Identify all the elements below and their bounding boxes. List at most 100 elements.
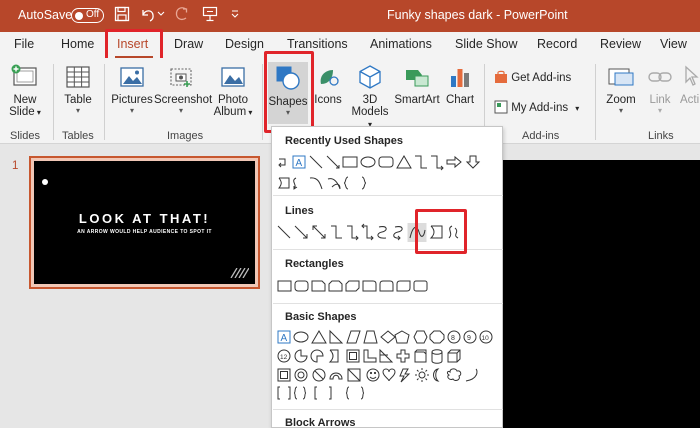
ribbon-separator — [53, 64, 54, 140]
my-addins-label: My Add-ins — [511, 102, 569, 114]
svg-text:8: 8 — [451, 335, 455, 342]
basic-shapes-grid[interactable]: A 8 9 10 12 — [276, 329, 500, 401]
autosave-toggle[interactable]: Off — [71, 8, 104, 23]
svg-text:9: 9 — [467, 335, 471, 342]
tab-review[interactable]: Review — [600, 37, 641, 51]
get-addins-label: Get Add-ins — [511, 72, 572, 84]
tab-design[interactable]: Design — [225, 37, 264, 51]
tab-home[interactable]: Home — [61, 37, 94, 51]
curve-shape-highlight — [415, 209, 467, 254]
zoom-button[interactable]: Zoom ▾ — [603, 64, 639, 115]
icons-icon — [320, 70, 339, 86]
slide-subtitle: AN ARROW WOULD HELP AUDIENCE TO SPOT IT — [77, 229, 212, 235]
table-button[interactable]: Table ▾ — [58, 64, 98, 115]
chart-label: Chart — [445, 94, 475, 106]
tab-slide-show[interactable]: Slide Show — [455, 37, 518, 51]
slide-thumbnail-canvas: LOOK AT THAT! AN ARROW WOULD HELP AUDIEN… — [34, 161, 255, 284]
pictures-button[interactable]: Pictures ▾ — [110, 64, 154, 115]
stripes-decoration — [230, 268, 249, 278]
screenshot-label: Screenshot — [154, 94, 213, 106]
my-addins-button[interactable]: My Add-ins ▾ — [494, 100, 579, 114]
photo-album-icon — [221, 67, 245, 87]
link-button[interactable]: Link ▾ — [644, 64, 676, 115]
tab-transitions[interactable]: Transitions — [287, 37, 348, 51]
cube-icon — [359, 65, 381, 89]
screenshot-button[interactable]: Screenshot ▾ — [154, 64, 213, 115]
slide-dot — [42, 179, 48, 185]
store-icon — [495, 70, 507, 83]
slide-canvas[interactable] — [488, 160, 700, 428]
slide-title: LOOK AT THAT! — [78, 211, 211, 226]
screenshot-icon — [170, 68, 192, 87]
tab-draw[interactable]: Draw — [174, 37, 203, 51]
group-label-tables: Tables — [62, 130, 94, 142]
undo-icon[interactable] — [140, 5, 156, 23]
action-button[interactable]: Acti — [680, 64, 700, 106]
section-divider — [273, 249, 503, 250]
photo-album-label-2: Album — [213, 106, 247, 118]
autosave-state: Off — [86, 9, 100, 20]
section-recently-used: Recently Used Shapes — [285, 135, 403, 147]
group-label-slides: Slides — [10, 130, 40, 142]
table-icon — [66, 66, 90, 88]
shapes-button-highlight — [264, 51, 314, 133]
new-slide-button[interactable]: New Slide ▾ — [6, 64, 44, 118]
title-bar: AutoSave Off Funky shapes dark - PowerPo… — [0, 0, 700, 32]
document-title: Funky shapes dark - PowerPoint — [387, 8, 568, 22]
pictures-icon — [120, 67, 144, 87]
section-block-arrows: Block Arrows — [285, 417, 356, 428]
photo-album-label-1: Photo — [217, 94, 249, 106]
tab-file[interactable]: File — [14, 37, 34, 51]
section-basic-shapes: Basic Shapes — [285, 311, 357, 323]
section-lines: Lines — [285, 205, 314, 217]
action-icon — [685, 65, 699, 86]
zoom-icon — [608, 68, 634, 86]
chart-icon — [451, 69, 469, 87]
action-label: Acti — [680, 94, 700, 106]
new-slide-label-1: New — [13, 94, 37, 106]
tab-animations[interactable]: Animations — [370, 37, 432, 51]
rectangles-row[interactable] — [276, 277, 500, 297]
3d-models-label-2: Models — [351, 106, 389, 118]
smartart-icon — [406, 70, 429, 87]
pictures-label: Pictures — [111, 94, 153, 106]
toggle-knob — [75, 11, 83, 20]
link-icon — [648, 72, 672, 82]
chart-button[interactable]: Chart — [444, 64, 476, 106]
slide-number: 1 — [12, 160, 19, 172]
section-divider — [273, 409, 503, 410]
autosave-label: AutoSave — [18, 8, 73, 22]
ribbon-separator — [104, 64, 105, 140]
svg-text:A: A — [296, 158, 303, 169]
section-divider — [273, 303, 503, 304]
group-label-images: Images — [167, 130, 204, 142]
save-icon[interactable] — [114, 5, 130, 23]
link-label: Link — [649, 94, 671, 106]
shapes-gallery: Recently Used Shapes A Lines Rectangles … — [271, 126, 503, 428]
ribbon-separator — [262, 64, 263, 140]
recent-shapes-row[interactable]: A — [276, 153, 500, 193]
new-slide-icon — [11, 64, 37, 86]
tab-view[interactable]: View — [660, 37, 687, 51]
present-icon[interactable] — [202, 5, 218, 23]
3d-models-label-1: 3D — [362, 94, 378, 106]
customize-toolbar-icon[interactable] — [230, 9, 240, 19]
3d-models-button[interactable]: 3D Models ▾ — [350, 64, 390, 130]
smartart-label: SmartArt — [394, 94, 440, 106]
svg-text:10: 10 — [482, 335, 490, 342]
tab-record[interactable]: Record — [537, 37, 577, 51]
svg-text:A: A — [281, 333, 288, 344]
section-rectangles: Rectangles — [285, 258, 344, 270]
icons-button[interactable]: Icons — [312, 64, 344, 106]
group-label-addins: Add-ins — [522, 130, 560, 142]
get-addins-button[interactable]: Get Add-ins — [494, 70, 571, 84]
smartart-button[interactable]: SmartArt — [394, 64, 440, 106]
photo-album-button[interactable]: Photo Album ▾ — [210, 64, 256, 118]
svg-text:12: 12 — [280, 354, 288, 361]
new-slide-label-2: Slide — [9, 106, 35, 118]
redo-icon[interactable] — [174, 5, 190, 23]
icons-label: Icons — [314, 94, 342, 106]
slide-thumbnail[interactable]: LOOK AT THAT! AN ARROW WOULD HELP AUDIEN… — [29, 156, 260, 289]
undo-dropdown-icon[interactable] — [157, 11, 165, 17]
section-divider — [273, 195, 503, 196]
